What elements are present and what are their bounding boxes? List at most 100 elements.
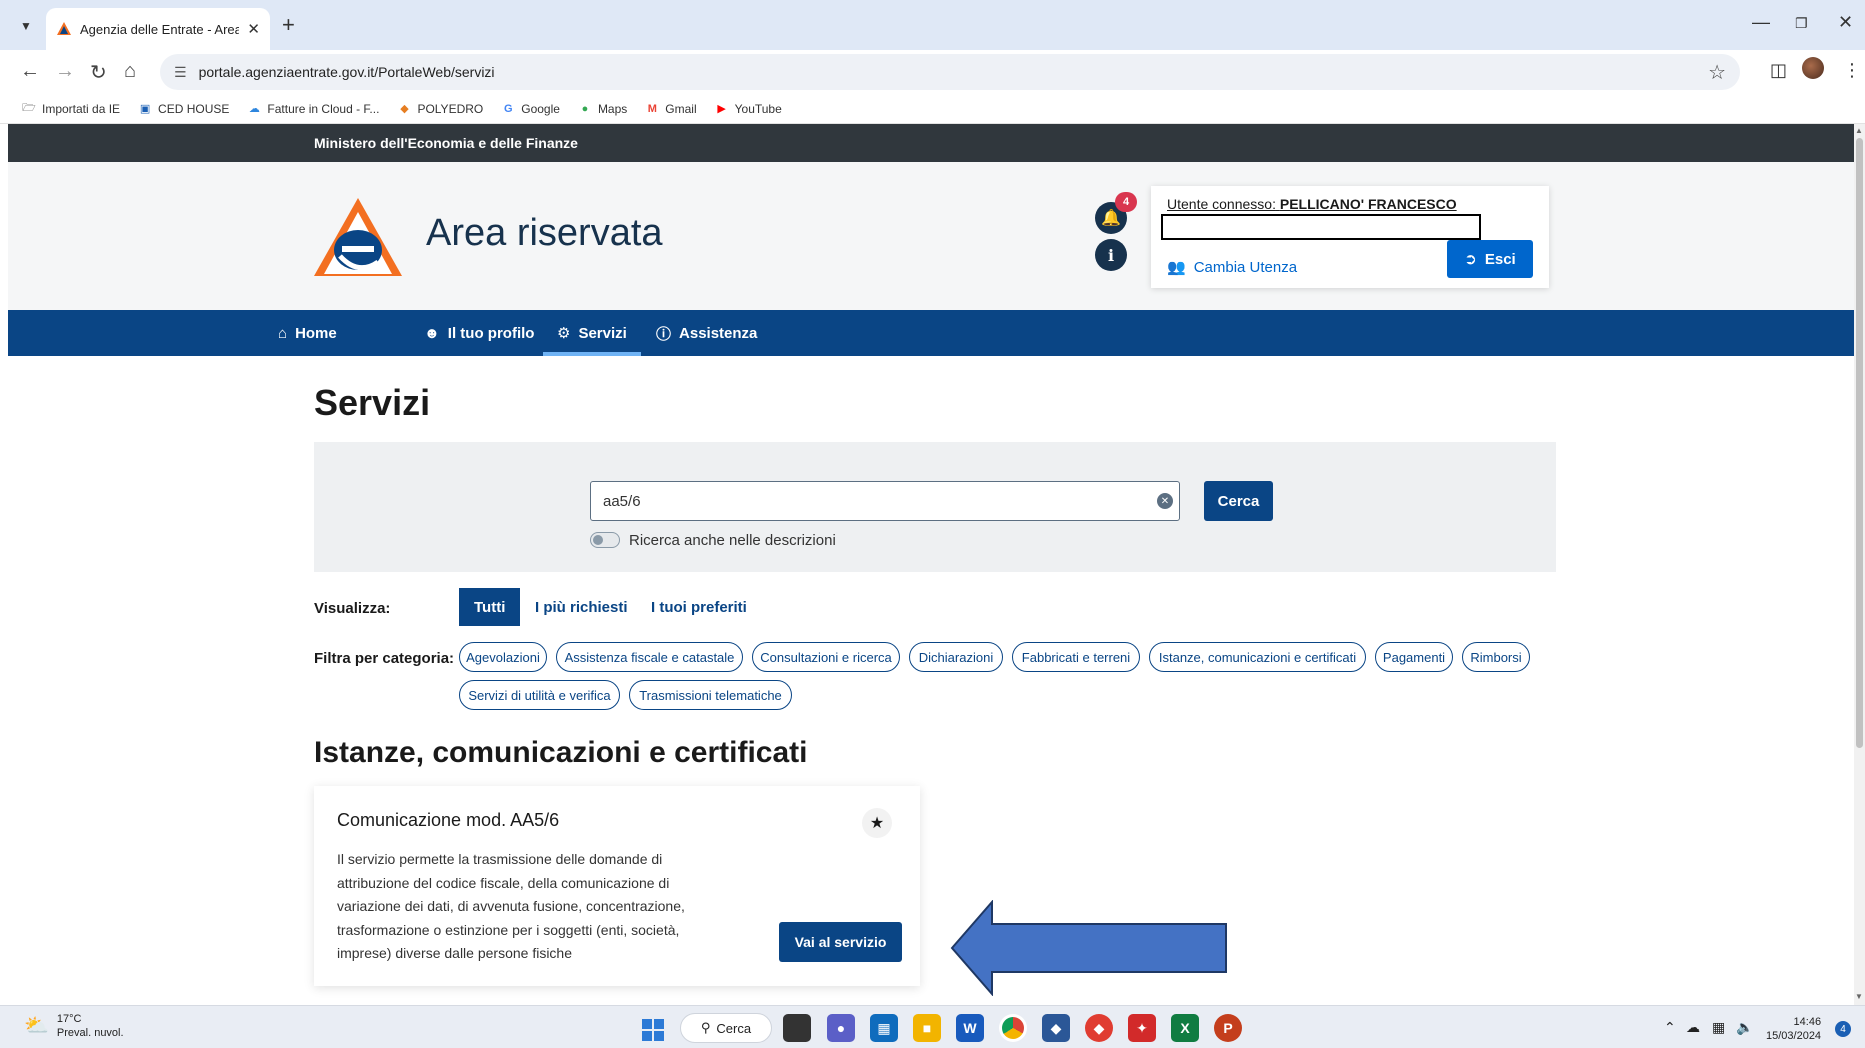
cambia-utenza-label: Cambia Utenza <box>1193 258 1298 276</box>
descriptions-toggle[interactable] <box>590 532 620 548</box>
bookmark-star-icon[interactable]: ☆ <box>1708 60 1726 85</box>
user-icon: ☻ <box>424 324 440 342</box>
forward-icon[interactable]: → <box>55 60 75 83</box>
tab-tutti[interactable]: Tutti <box>459 588 521 626</box>
nav-home[interactable]: ⌂ Home <box>278 310 337 356</box>
file-explorer-icon[interactable]: ■ <box>913 1014 941 1042</box>
ministry-link[interactable]: Ministero dell'Economia e delle Finanze <box>314 135 578 151</box>
user-select-box[interactable] <box>1161 214 1481 240</box>
chip-trasmissioni[interactable]: Trasmissioni telematiche <box>629 680 792 710</box>
chip-fabbricati[interactable]: Fabbricati e terreni <box>1012 642 1140 672</box>
chip-consultazioni[interactable]: Consultazioni e ricerca <box>752 642 900 672</box>
task-view-icon[interactable] <box>783 1014 811 1042</box>
nav-assistenza[interactable]: ⓘ Assistenza <box>656 310 757 356</box>
chip-agevolazioni[interactable]: Agevolazioni <box>459 642 547 672</box>
maps-pin-icon: ● <box>581 102 589 115</box>
scroll-up-icon[interactable]: ▲ <box>1855 126 1863 135</box>
speaker-icon[interactable]: 🔈 <box>1736 1019 1753 1036</box>
bookmark-fatture[interactable]: ☁ Fatture in Cloud - F... <box>247 102 380 116</box>
search-input[interactable]: aa5/6 <box>590 481 1180 521</box>
bookmark-maps[interactable]: ● Maps <box>578 101 628 116</box>
chip-assistenza-fiscale[interactable]: Assistenza fiscale e catastale <box>556 642 743 672</box>
search-icon: ⚲ <box>700 1020 711 1035</box>
services-icon: ⚙ <box>557 325 571 342</box>
pdf-icon[interactable]: ✦ <box>1128 1014 1156 1042</box>
excel-icon[interactable]: X <box>1171 1014 1199 1042</box>
anydesk-icon[interactable]: ◆ <box>1085 1014 1113 1042</box>
windows-start-icon[interactable] <box>642 1019 664 1041</box>
tab-close-icon[interactable]: ✕ <box>247 20 260 38</box>
chip-pagamenti[interactable]: Pagamenti <box>1375 642 1453 672</box>
clock[interactable]: 14:46 15/03/2024 <box>1766 1015 1821 1043</box>
weather-temp: 17°C <box>56 1013 82 1025</box>
tab-preferiti[interactable]: I tuoi preferiti <box>636 588 762 626</box>
restore-icon[interactable]: ❐ <box>1795 15 1808 32</box>
folder-icon: 🗁 <box>22 102 36 114</box>
bookmark-google[interactable]: G Google <box>501 102 560 116</box>
tab-piu-richiesti[interactable]: I più richiesti <box>520 588 643 626</box>
app-icon[interactable]: ◆ <box>1042 1014 1070 1042</box>
word-icon[interactable]: W <box>956 1014 984 1042</box>
weather-widget[interactable]: ⛅ 17°C Preval. nuvol. <box>24 1012 124 1040</box>
window-close-icon[interactable]: ✕ <box>1838 12 1853 33</box>
bookmark-gmail[interactable]: M Gmail <box>645 102 697 116</box>
nav-servizi[interactable]: ⚙ Servizi <box>543 310 641 356</box>
monitor-icon[interactable]: ▦ <box>1712 1019 1725 1036</box>
partly-cloudy-icon: ⛅ <box>24 1015 49 1037</box>
info-icon[interactable]: i <box>1095 239 1127 271</box>
agenzia-favicon-icon <box>57 22 71 35</box>
bookmark-polyedro[interactable]: ◆ POLYEDRO <box>397 102 483 116</box>
side-panel-icon[interactable]: ◫ <box>1770 60 1787 81</box>
agenzia-logo[interactable] <box>312 196 404 278</box>
cerca-button[interactable]: Cerca <box>1204 481 1273 521</box>
chrome-icon[interactable] <box>999 1014 1027 1042</box>
url-text: portale.agenziaentrate.gov.it/PortaleWeb… <box>198 64 495 80</box>
taskbar-search-label: Cerca <box>716 1020 752 1036</box>
bookmark-label: YouTube <box>734 101 782 116</box>
bookmark-importati[interactable]: 🗁 Importati da IE <box>22 102 120 116</box>
bookmark-label: POLYEDRO <box>417 101 484 116</box>
favorite-star-icon[interactable]: ★ <box>862 808 892 838</box>
network-cloud-icon[interactable]: ☁ <box>1686 1019 1700 1036</box>
home-icon[interactable]: ⌂ <box>124 60 136 83</box>
taskbar-search[interactable]: ⚲ Cerca <box>680 1013 772 1043</box>
minimize-icon[interactable]: — <box>1752 12 1770 33</box>
nav-profilo[interactable]: ☻ Il tuo profilo <box>424 310 534 356</box>
new-tab-icon[interactable]: + <box>282 12 295 38</box>
page-title: Servizi <box>314 382 431 423</box>
page-scrollbar[interactable]: ▲ ▼ <box>1854 124 1865 1005</box>
tray-chevron-icon[interactable]: ⌃ <box>1664 1019 1676 1036</box>
browser-tab[interactable]: Agenzia delle Entrate - Area ris ✕ <box>46 8 270 50</box>
site-info-icon[interactable]: ☰ <box>174 64 187 81</box>
chip-istanze[interactable]: Istanze, comunicazioni e certificati <box>1149 642 1366 672</box>
bookmark-youtube[interactable]: ▶ YouTube <box>715 101 782 116</box>
user-card: Utente connesso: PELLICANO' FRANCESCO 👥 … <box>1151 186 1549 288</box>
profile-avatar[interactable] <box>1802 57 1824 79</box>
store-icon[interactable]: ▦ <box>870 1014 898 1042</box>
user-connected-label: Utente connesso: PELLICANO' FRANCESCO <box>1167 196 1457 212</box>
cambia-utenza-link[interactable]: 👥 Cambia Utenza <box>1167 258 1298 277</box>
scrollbar-thumb[interactable] <box>1856 138 1863 748</box>
nav-profilo-label: Il tuo profilo <box>447 324 535 342</box>
tab-search-chevron-icon[interactable]: ▼ <box>14 14 38 38</box>
chip-rimborsi[interactable]: Rimborsi <box>1462 642 1530 672</box>
notification-badge: 4 <box>1115 192 1137 212</box>
clear-search-icon[interactable]: ✕ <box>1157 493 1173 509</box>
chip-dichiarazioni[interactable]: Dichiarazioni <box>909 642 1003 672</box>
address-bar[interactable]: ☰ portale.agenziaentrate.gov.it/PortaleW… <box>160 54 1740 90</box>
bookmark-label: Maps <box>597 101 628 116</box>
reload-icon[interactable]: ↻ <box>90 60 107 85</box>
esci-button[interactable]: ➲ Esci <box>1447 240 1533 278</box>
scroll-down-icon[interactable]: ▼ <box>1855 992 1863 1001</box>
vai-al-servizio-button[interactable]: Vai al servizio <box>779 922 902 962</box>
chip-servizi-utilita[interactable]: Servizi di utilità e verifica <box>459 680 620 710</box>
clock-date: 15/03/2024 <box>1766 1030 1822 1042</box>
google-icon: G <box>503 102 513 115</box>
notification-count[interactable]: 4 <box>1835 1021 1851 1037</box>
menu-dots-icon[interactable]: ⋮ <box>1843 60 1861 81</box>
bookmark-ced-house[interactable]: ▣ CED HOUSE <box>138 102 230 116</box>
chat-icon[interactable]: ● <box>827 1014 855 1042</box>
back-icon[interactable]: ← <box>20 60 40 83</box>
bookmark-label: Importati da IE <box>42 101 121 116</box>
powerpoint-icon[interactable]: P <box>1214 1014 1242 1042</box>
